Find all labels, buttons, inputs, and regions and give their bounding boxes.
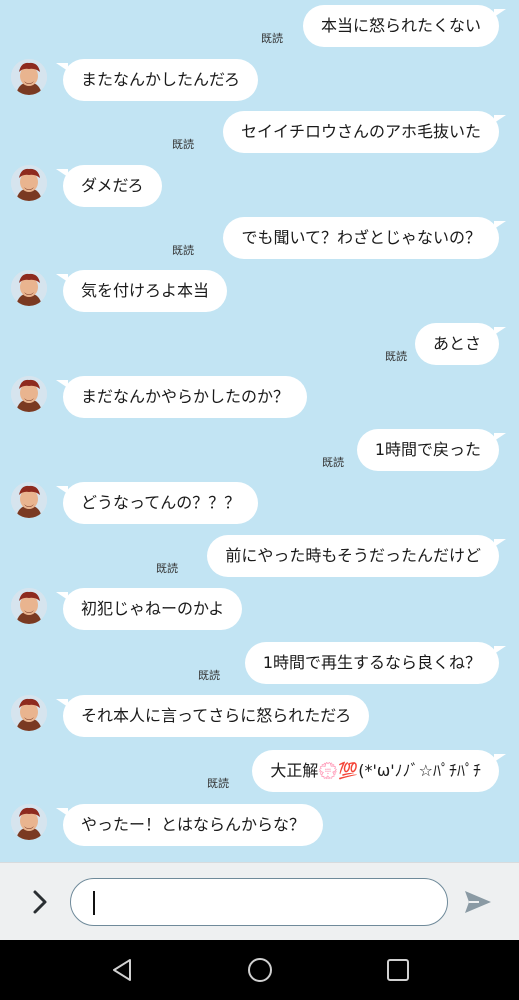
send-icon[interactable] — [462, 888, 494, 916]
message-bubble-them[interactable]: やったー！とはならんからな？ — [55, 804, 324, 846]
avatar[interactable] — [11, 59, 47, 95]
system-nav-bar — [0, 940, 519, 1000]
message-bubble-me[interactable]: あとさ — [414, 323, 507, 365]
avatar[interactable] — [11, 588, 47, 624]
read-receipt: 既読 — [261, 32, 283, 45]
chevron-right-icon[interactable] — [26, 886, 54, 918]
recents-icon[interactable] — [384, 956, 412, 984]
message-field[interactable] — [70, 878, 448, 926]
text-caret — [93, 891, 95, 915]
read-receipt: 既読 — [322, 456, 344, 469]
message-bubble-them[interactable]: それ本人に言ってさらに怒られただろ — [55, 695, 370, 737]
avatar[interactable] — [11, 376, 47, 412]
back-icon[interactable] — [108, 956, 136, 984]
message-bubble-them[interactable]: どうなってんの？？？ — [55, 482, 259, 524]
avatar[interactable] — [11, 482, 47, 518]
message-bubble-me[interactable]: 1時間で戻った — [356, 429, 507, 471]
read-receipt: 既読 — [156, 562, 178, 575]
avatar[interactable] — [11, 270, 47, 306]
message-bubble-them[interactable]: ダメだろ — [56, 165, 162, 207]
message-bubble-me[interactable]: 大正解💮💯(*'ω'ﾉﾉﾞ☆ﾊﾟﾁﾊﾟﾁ — [252, 750, 506, 792]
message-bubble-them[interactable]: またなんかしたんだろ — [55, 59, 259, 101]
chat-area: 既読 本当に怒られたくない またなんかしたんだろ 既読 セイイチロウさんのアホ毛… — [0, 0, 519, 862]
message-bubble-them[interactable]: 初犯じゃねーのかよ — [55, 588, 243, 630]
message-bubble-them[interactable]: 気を付けろよ本当 — [55, 270, 228, 312]
read-receipt: 既読 — [172, 138, 194, 151]
read-receipt: 既読 — [198, 669, 220, 682]
avatar[interactable] — [11, 695, 47, 731]
message-bubble-me[interactable]: でも聞いて？わざとじゃないの？ — [223, 217, 506, 259]
message-bubble-me[interactable]: 本当に怒られたくない — [302, 5, 507, 47]
message-bubble-me[interactable]: 1時間で再生するなら良くね？ — [244, 642, 507, 684]
read-receipt: 既読 — [207, 777, 229, 790]
home-icon[interactable] — [246, 956, 274, 984]
avatar[interactable] — [11, 165, 47, 201]
message-bubble-me[interactable]: セイイチロウさんのアホ毛抜いた — [222, 111, 507, 153]
read-receipt: 既読 — [172, 244, 194, 257]
avatar[interactable] — [11, 804, 47, 840]
message-bubble-me[interactable]: 前にやった時もそうだったんだけど — [207, 535, 506, 577]
message-bubble-them[interactable]: まだなんかやらかしたのか？ — [55, 376, 308, 418]
message-input[interactable] — [91, 887, 431, 917]
message-input-bar — [0, 862, 519, 940]
read-receipt: 既読 — [385, 350, 407, 363]
